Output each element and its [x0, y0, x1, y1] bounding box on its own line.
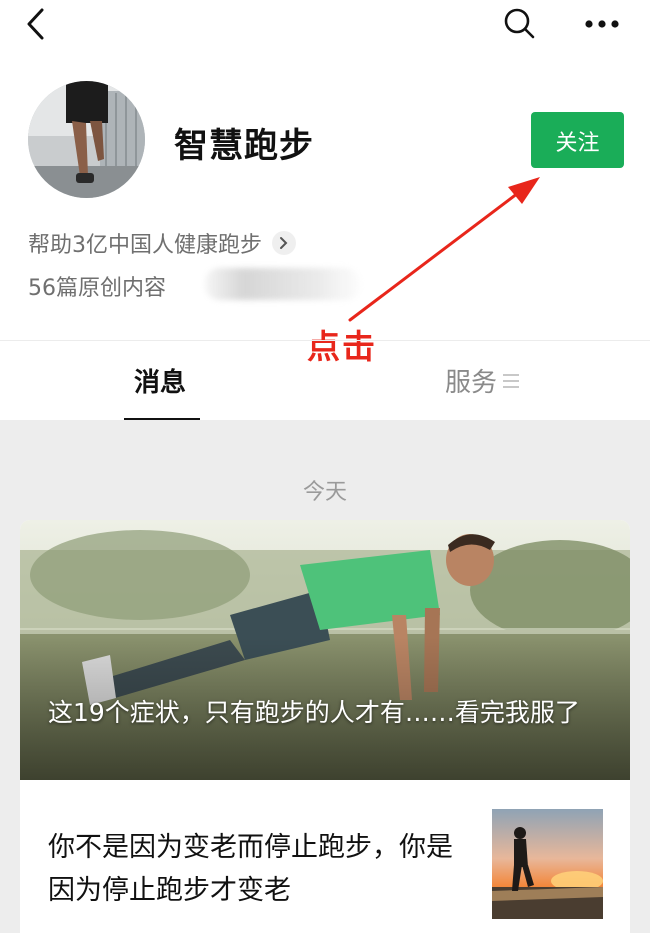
tab-services[interactable]: 服务: [445, 362, 520, 399]
article-thumbnail: [492, 809, 603, 919]
article-title: 你不是因为变老而停止跑步，你是因为停止跑步才变老: [48, 832, 453, 906]
account-avatar[interactable]: [28, 81, 145, 198]
follow-button-label: 关注: [555, 131, 600, 156]
account-description: 帮助3亿中国人健康跑步: [28, 233, 262, 258]
menu-icon: [503, 373, 520, 388]
article-item[interactable]: 你不是因为变老而停止跑步，你是因为停止跑步才变老: [20, 780, 630, 933]
annotation-label: 点击: [307, 327, 377, 366]
top-bar: [0, 0, 650, 50]
article-card: 这19个症状，只有跑步的人才有……看完我服了 你不是因为变老而停止跑步，你是因为…: [20, 520, 630, 933]
feature-article-title: 这19个症状，只有跑步的人才有……看完我服了: [48, 698, 580, 727]
date-label: 今天: [302, 480, 347, 505]
search-icon: [504, 8, 535, 39]
article-count: 56篇原创内容: [28, 276, 166, 301]
more-button[interactable]: [580, 4, 624, 42]
blurred-info: [205, 268, 360, 300]
search-button[interactable]: [500, 4, 538, 42]
back-arrow-icon: [27, 8, 44, 40]
divider: [0, 340, 650, 341]
follow-button[interactable]: 关注: [531, 112, 624, 168]
tab-messages[interactable]: 消息: [134, 362, 186, 399]
more-icon: [585, 20, 619, 28]
tab-services-label: 服务: [445, 368, 498, 398]
back-button[interactable]: [22, 6, 52, 42]
feature-article-image: [20, 520, 630, 780]
chevron-right-icon: [272, 231, 296, 255]
feature-article[interactable]: 这19个症状，只有跑步的人才有……看完我服了: [20, 520, 630, 780]
account-name: 智慧跑步: [174, 126, 314, 166]
account-description-row[interactable]: 帮助3亿中国人健康跑步: [28, 226, 296, 260]
